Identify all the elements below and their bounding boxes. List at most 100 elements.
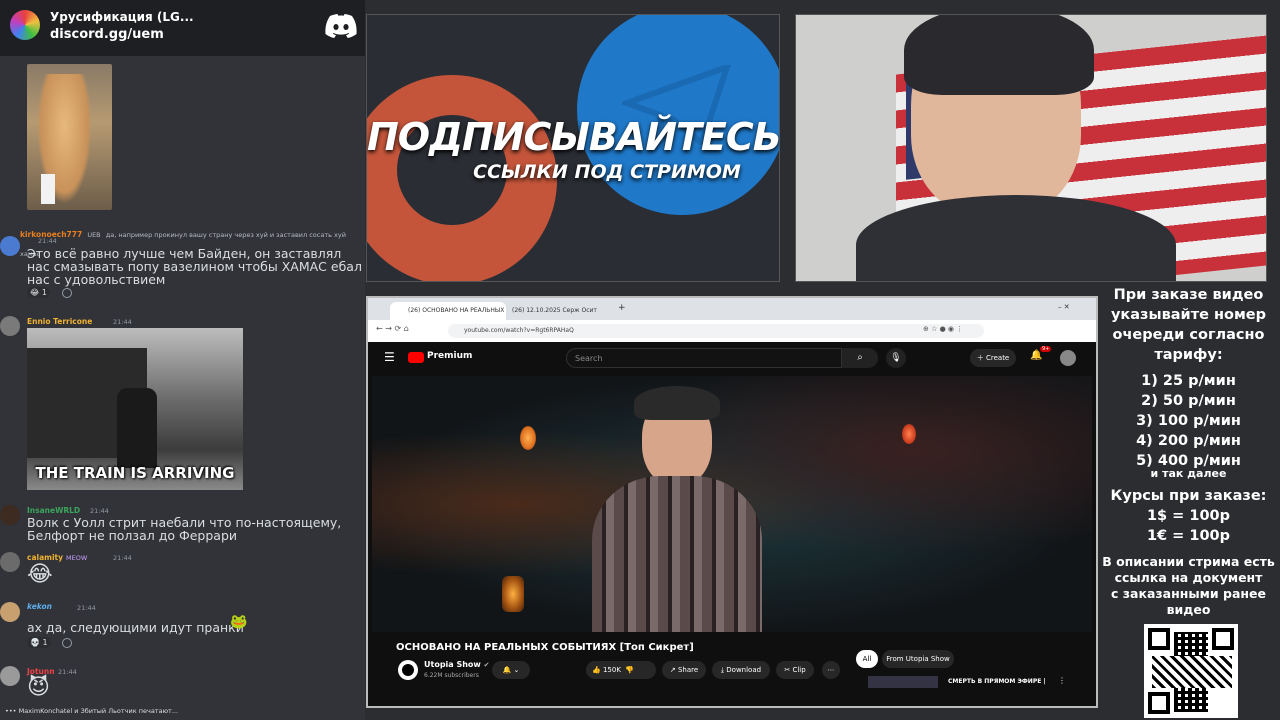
message-username[interactable]: InsaneWRLD xyxy=(27,506,80,515)
tab-active[interactable]: (26) ОСНОВАНО НА РЕАЛЬНЫХ xyxy=(390,302,506,320)
message-time: 21:44 xyxy=(113,554,132,562)
avatar[interactable] xyxy=(0,316,20,336)
extension-icons[interactable]: ⊕ ☆ ● ◉ ⋮ xyxy=(923,325,963,333)
mic-icon[interactable]: 🎙 xyxy=(886,348,906,368)
avatar[interactable] xyxy=(0,236,20,256)
streamer-hair xyxy=(904,15,1094,95)
share-icon: ↗ xyxy=(669,666,676,674)
youtube-topbar: ☰ Premium Search ⌕ 🎙 ＋ Create 🔔 9+ xyxy=(368,342,1096,374)
reply-preview[interactable]: kirkonoech777 UEB да, например прокинул … xyxy=(20,222,365,258)
tariff-etc: и так далее xyxy=(1150,467,1227,480)
gif-caption: THE TRAIN IS ARRIVING xyxy=(35,464,235,482)
tab-strip: (26) ОСНОВАНО НА РЕАЛЬНЫХ (26) 12.10.202… xyxy=(368,298,1096,320)
lamp-light xyxy=(902,424,916,444)
tab-label: (26) 12.10.2025 Серж Осит xyxy=(512,307,597,314)
nav-arrows-icon[interactable]: ← → ⟳ ⌂ xyxy=(376,324,409,333)
typing-text: MaximKonchatel и Збитый Льотчик печатают… xyxy=(18,707,179,715)
desc-line: видео xyxy=(1166,602,1211,617)
recommended-thumbnail[interactable] xyxy=(868,676,938,688)
tariff-line: 2) 50 р/мин xyxy=(1141,393,1236,409)
lantern xyxy=(502,576,524,612)
scissors-icon: ✂ xyxy=(784,666,791,674)
new-tab-icon[interactable]: + xyxy=(618,303,626,313)
avatar[interactable] xyxy=(0,602,20,622)
subscriber-count: 6.22M subscribers xyxy=(424,672,479,679)
download-button[interactable]: ⤓ Download xyxy=(712,661,770,679)
message-username[interactable]: Ennio Terricone xyxy=(27,317,92,326)
lamp-light xyxy=(520,426,536,450)
chip-from-channel[interactable]: From Utopia Show xyxy=(882,650,954,668)
clip-button[interactable]: ✂ Clip xyxy=(776,661,814,679)
message-emoji: 😈 xyxy=(27,675,50,700)
share-button[interactable]: ↗ Share xyxy=(662,661,706,679)
info-intro-line: очереди согласно xyxy=(1112,327,1265,343)
avatar[interactable] xyxy=(0,666,20,686)
user-tag: MEOW xyxy=(66,554,88,562)
tariff-line: 1) 25 р/мин xyxy=(1141,373,1236,389)
message-username[interactable]: kekon xyxy=(27,602,52,611)
rates-title: Курсы при заказе: xyxy=(1110,488,1267,504)
add-reaction-icon[interactable] xyxy=(62,638,72,648)
url-input[interactable]: youtube.com/watch?v=Rgt6RPAHaQ xyxy=(448,324,984,338)
avatar[interactable] xyxy=(0,552,20,572)
menu-icon[interactable]: ☰ xyxy=(384,350,395,364)
add-reaction-icon[interactable] xyxy=(62,288,72,298)
presenter-hair xyxy=(634,386,720,420)
reaction-badge[interactable]: 💀 1 xyxy=(27,637,51,648)
train-gif[interactable]: THE TRAIN IS ARRIVING xyxy=(27,328,243,490)
download-label: Download xyxy=(726,666,762,674)
window-controls[interactable]: – ✕ xyxy=(1058,303,1070,311)
server-name: Урусификация (LG... xyxy=(50,10,194,24)
like-dislike-button[interactable]: 👍 150K 👎 xyxy=(586,661,656,679)
tariff-line: 3) 100 р/мин xyxy=(1136,413,1241,429)
youtube-logo-icon[interactable] xyxy=(408,352,424,363)
skull-emoji-icon: 💀 xyxy=(30,638,40,647)
recommended-title[interactable]: СМЕРТЬ В ПРЯМОМ ЭФИРЕ | xyxy=(948,678,1046,685)
create-button[interactable]: ＋ Create xyxy=(970,349,1016,367)
share-label: Share xyxy=(677,666,699,674)
info-intro-line: указывайте номер xyxy=(1110,307,1267,323)
youtube-logo-text[interactable]: Premium xyxy=(427,351,472,361)
typing-indicator: ••• MaximKonchatel и Збитый Льотчик печа… xyxy=(5,707,178,715)
invite-link[interactable]: discord.gg/uem xyxy=(50,27,164,42)
order-info-panel: При заказе видео указывайте номер очеред… xyxy=(1097,285,1280,618)
desc-line: ссылка на документ xyxy=(1114,570,1263,585)
video-player[interactable] xyxy=(372,376,1092,632)
pepe-emoji-icon: 🐸 xyxy=(230,614,248,630)
clip-label: Clip xyxy=(792,666,806,674)
server-icon xyxy=(10,10,40,40)
laugh-emoji-icon: 😂 xyxy=(30,288,40,297)
discord-widget-header: Урусификация (LG... discord.gg/uem xyxy=(0,0,365,56)
reaction-count: 1 xyxy=(42,638,48,647)
more-options-icon[interactable]: ⋯ xyxy=(822,661,840,679)
reaction-badge[interactable]: 😂 1 xyxy=(27,287,50,298)
account-avatar[interactable] xyxy=(1060,350,1076,366)
create-label: Create xyxy=(985,354,1010,362)
search-icon[interactable]: ⌕ xyxy=(842,348,878,368)
verified-icon: ✔ xyxy=(483,661,490,669)
rec-more-icon[interactable]: ⋮ xyxy=(1058,676,1066,685)
discord-chat-panel: Урусификация (LG... discord.gg/uem kirko… xyxy=(0,0,365,720)
promo-title: ПОДПИСЫВАЙТЕСЬ xyxy=(367,115,780,159)
subscribe-bell-button[interactable]: 🔔 ⌄ xyxy=(492,661,530,679)
like-count: 150K xyxy=(602,666,621,674)
avatar[interactable] xyxy=(0,505,20,525)
tab-second[interactable]: (26) 12.10.2025 Серж Осит xyxy=(494,302,610,320)
channel-name[interactable]: Utopia Show ✔ xyxy=(424,660,489,669)
cat-gif[interactable] xyxy=(27,64,112,210)
search-input[interactable]: Search xyxy=(566,348,842,368)
info-intro-line: При заказе видео xyxy=(1113,287,1264,303)
info-intro-line: тарифу: xyxy=(1154,347,1223,363)
discord-logo-icon xyxy=(325,14,357,38)
chip-all[interactable]: All xyxy=(856,650,878,668)
download-icon: ⤓ xyxy=(720,666,725,674)
reply-tag: UEB xyxy=(87,231,101,239)
desc-line: В описании стрима есть xyxy=(1102,554,1275,569)
promo-banner: ПОДПИСЫВАЙТЕСЬ ССЫЛКИ ПОД СТРИМОМ xyxy=(366,14,780,282)
dislike-icon: 👎 xyxy=(625,666,635,674)
tariff-line: 4) 200 р/мин xyxy=(1136,433,1241,449)
channel-avatar[interactable] xyxy=(398,660,418,680)
reaction-count: 1 xyxy=(41,288,47,297)
qr-code[interactable] xyxy=(1144,624,1238,718)
message-username[interactable]: calamity xyxy=(27,553,63,562)
